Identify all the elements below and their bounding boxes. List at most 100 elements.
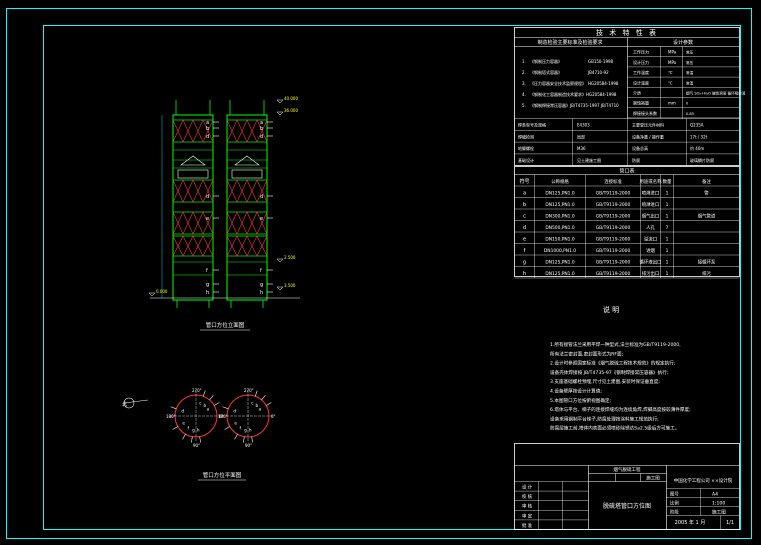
elev-value: 36.000 — [284, 108, 298, 113]
nozzle-cell: DN125,PN1.0 — [545, 190, 575, 196]
angle-label: 90° — [193, 443, 200, 448]
tech-lower-cell: Q235A — [690, 123, 704, 128]
plan-view: 270°180°90°0°abcdef g h270°180°90°0°abcdef… — [166, 388, 276, 448]
inlet-box — [231, 169, 263, 179]
sign-rows: 设 计校 核审 核审 定批 准 — [514, 481, 589, 530]
nozzle-cell: GB/T9119-2000 — [596, 225, 631, 231]
plan-nozzle-letter: h — [249, 427, 252, 432]
plan-nozzle — [261, 395, 266, 401]
tech-param-key: 设计压力 — [633, 59, 649, 65]
tech-std-code: GB150-1998 — [588, 59, 614, 64]
tech-std-text: 《钢制压力容器》 — [530, 58, 562, 64]
info-value: A4 — [712, 492, 718, 498]
tech-param-key: 工作温度 — [633, 69, 649, 75]
nozzle-cell: DN125,PN1.0 — [545, 259, 575, 265]
nozzle-cell: 排污 — [702, 270, 711, 277]
nozzle-cell: DN125,PN1.0 — [545, 202, 575, 208]
note-line: 6.塔体与平台、梯子的连接焊缝均为连续角焊,焊脚高度按较薄件厚度; — [550, 406, 691, 413]
tech-lower-cell: 焊条型号及规格 — [518, 122, 546, 128]
nozzle-cell: g — [523, 259, 526, 265]
nozzle-cell: 7 — [666, 225, 669, 231]
nozzle-cell: GB/T9119-2000 — [596, 213, 631, 219]
info-key: 比例 — [670, 500, 679, 507]
tech-std-text: 《钢制化工容器制造技术要求》HG20584-1998 — [530, 91, 617, 97]
tech-param-value: 0.85 — [686, 112, 694, 116]
info-key: 阶段 — [670, 509, 679, 516]
tech-std-num: 1. — [522, 59, 526, 64]
sign-label: 审 核 — [522, 503, 533, 510]
nozzle-letter: d — [260, 134, 263, 140]
angle-label: 180° — [218, 414, 228, 419]
angle-label: 90° — [245, 443, 252, 448]
nozzle-grid: 符号 公称规格 连接标准 用途或名称 数量 备注 a DN125,PN1.0 GB/T9119-… — [514, 174, 740, 279]
tech-lower-cell: 17t / 32t — [690, 134, 708, 139]
tech-param-value: 常温 — [686, 70, 694, 75]
nozzle-cell: h — [523, 271, 526, 277]
nozzle-cell: GB/T9119-2000 — [596, 271, 631, 277]
nozzle-cell: GB/T9119-2000 — [596, 248, 631, 254]
nozzle-letter: g — [206, 282, 209, 288]
nozzle-cell: 循环液出口 — [640, 258, 662, 265]
tech-left-header: 制造检验主要标准及检验要求 — [537, 39, 602, 46]
nozzle-cell: 排污出口 — [642, 270, 660, 277]
tech-std-num: 3. — [522, 81, 526, 86]
plan-nozzle-letter: a — [259, 407, 262, 412]
tech-param-value: 烟气 SO₂+H₂O 碱性溶液 循环吸收液 — [686, 91, 746, 96]
tech-lower-cell: M36 — [577, 146, 586, 151]
plan-nozzle-letter: g — [192, 427, 195, 432]
elev-symbol — [276, 111, 284, 116]
tech-param-unit: ℃ — [668, 80, 673, 85]
nozzle-cell: 烟气管道 — [698, 212, 716, 219]
elev-symbol — [148, 292, 156, 297]
tech-param-key: 介质 — [633, 90, 641, 96]
nozzle-cell: 1 — [666, 213, 669, 219]
note-line: 5.本图管口方位按俯视图确定; — [550, 397, 612, 404]
tech-std-text: 《压力容器安全技术监察规程》 — [530, 80, 586, 86]
tech-param-key: 腐蚀裕量 — [633, 100, 649, 106]
tech-param-value: 常温 — [686, 80, 694, 85]
outer-frame — [6, 8, 752, 539]
nozzle-header-cell: 公称规格 — [551, 178, 569, 185]
tech-lower-cell: 约 40m — [690, 145, 704, 151]
elev-value: 3.500 — [284, 283, 296, 288]
title-company: 中国化学工程公司 ××设计院 — [674, 477, 733, 484]
title-block: 烟气脱硫工程 施工图 脱硫塔管口方位图 中国化学工程公司 ××设计院 设 计校 … — [514, 443, 740, 530]
tech-table: 技 术 特 性 表 制造检验主要标准及检验要求 设计参数 1. 《钢制压力容器》 G… — [514, 27, 746, 166]
packing-band — [172, 235, 214, 257]
tech-lower-cell: 设备总高 — [632, 145, 648, 151]
plan-nozzle — [202, 390, 206, 397]
tech-param-key: 焊接接头系数 — [633, 110, 657, 116]
notes-lines: 1.所有接管法兰采用平焊一种型式,法兰标准为GB/T9119-2000, 所有法… — [550, 341, 691, 432]
nozzle-letter: e — [206, 216, 209, 222]
nozzle-cell: 喷淋进口 — [642, 201, 660, 208]
tech-lower-cell: 见土建施工图 — [577, 157, 601, 163]
drawing-sheet: 技 术 特 性 表 制造检验主要标准及检验要求 设计参数 1. 《钢制压力容器》 G… — [6, 8, 752, 539]
plan-nozzle — [182, 434, 186, 440]
plan-nozzle — [214, 402, 220, 406]
plan-nozzle-letter: f — [240, 426, 242, 431]
tech-param-unit: mm — [668, 101, 676, 106]
demister-cone — [234, 155, 260, 166]
nozzle-letter: d — [206, 134, 209, 140]
nozzle-header-cell: 连接标准 — [604, 178, 622, 185]
title-main: 脱硫塔管口方位图 — [603, 502, 651, 510]
nozzle-letter: h — [260, 290, 263, 296]
plan-nozzle-letter: a — [207, 407, 210, 412]
sign-label: 批 准 — [522, 522, 533, 529]
plan-nozzle — [209, 395, 214, 401]
nozzle-cell: GB/T9119-2000 — [596, 259, 631, 265]
plan-nozzle-letter: c — [199, 400, 202, 405]
nozzle-header-cell: 符号 — [519, 178, 529, 185]
nozzle-cell: 进烟 — [646, 247, 655, 254]
note-line: 防腐层施工前,塔体内表面必须喷砂除锈达Sa2.5级后方可施工。 — [550, 425, 679, 432]
title-sheet: 1/1 — [726, 520, 734, 526]
nozzle-letter: f — [260, 268, 262, 274]
nozzle-letter: g — [260, 282, 263, 288]
elev-value: 40.000 — [284, 96, 298, 101]
elev-symbol — [276, 258, 284, 263]
nozzle-cell: DN125,PN1.0 — [545, 271, 575, 277]
nozzle-cell: GB/T9119-2000 — [596, 190, 631, 196]
plan-nozzle-letter: f — [188, 426, 190, 431]
tech-params: 工作压力 MPa 常压设计压力 MPa 常压工作温度 ℃ 常温设计温度 ℃ 常温介质 烟气 SO₂… — [627, 46, 746, 119]
plan-nozzle — [243, 436, 245, 443]
